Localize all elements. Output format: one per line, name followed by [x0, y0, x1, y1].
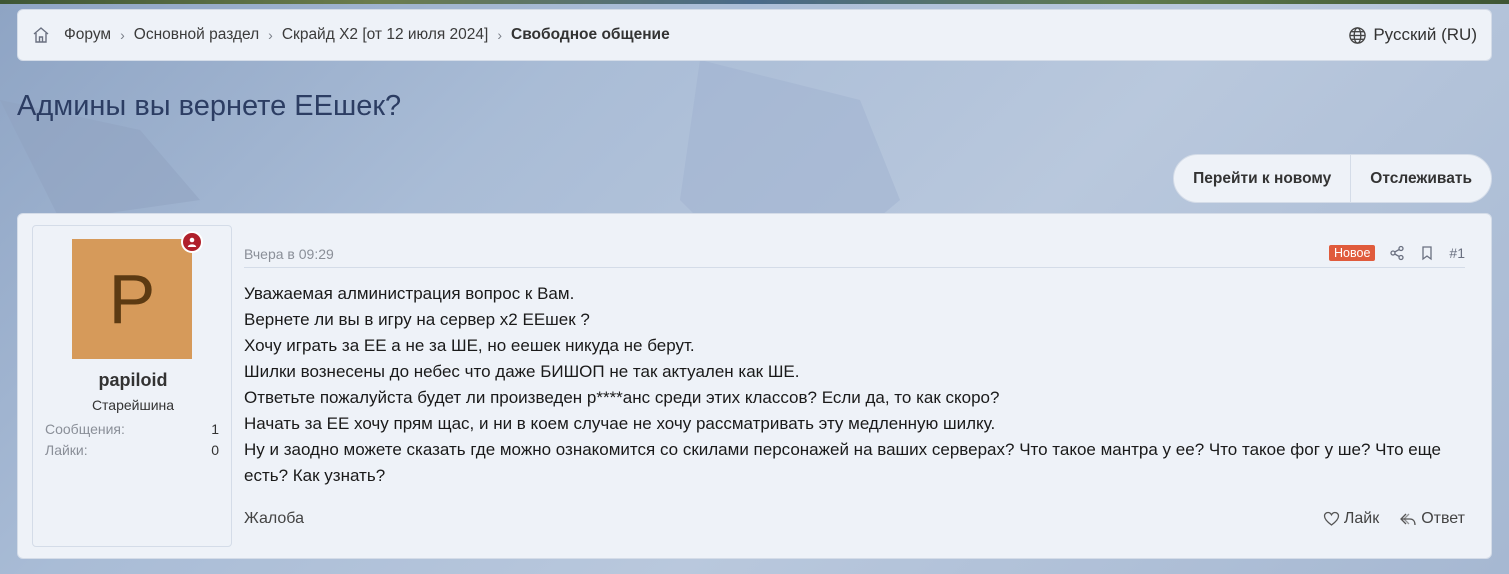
- top-banner-strip: [0, 0, 1509, 4]
- post-line: Шилки вознесены до небес что даже БИШОП …: [244, 362, 800, 381]
- breadcrumb-item-forum[interactable]: Форум: [64, 26, 111, 44]
- chevron-right-icon: ›: [268, 27, 273, 43]
- post-main: Вчера в 09:29 Новое #1 Уважаемая алминис…: [244, 214, 1465, 558]
- report-link[interactable]: Жалоба: [244, 510, 304, 528]
- stat-label: Сообщения:: [45, 421, 125, 437]
- post-tools: Новое #1: [1329, 244, 1465, 263]
- language-selector[interactable]: Русский (RU): [1348, 25, 1477, 45]
- online-status-icon: [181, 231, 203, 253]
- post-line: Начать за ЕЕ хочу прям щас, и ни в коем …: [244, 414, 996, 433]
- chevron-right-icon: ›: [120, 27, 125, 43]
- stat-messages: Сообщения: 1: [45, 421, 219, 437]
- bookmark-icon[interactable]: [1419, 245, 1435, 261]
- reply-icon: [1400, 513, 1416, 526]
- reply-label: Ответ: [1421, 510, 1465, 527]
- avatar[interactable]: P: [72, 239, 192, 359]
- footer-actions: Лайк Ответ: [1323, 510, 1465, 528]
- post-header: Вчера в 09:29 Новое #1: [244, 240, 1465, 268]
- breadcrumb-item-skraid[interactable]: Скрайд X2 [от 12 июля 2024]: [282, 26, 489, 44]
- stat-value: 0: [211, 442, 219, 458]
- home-icon[interactable]: [32, 26, 50, 44]
- reply-button[interactable]: Ответ: [1399, 510, 1465, 528]
- post-line: Ну и заодно можете сказать где можно озн…: [244, 440, 1441, 485]
- post-body: Уважаемая алминистрация вопрос к Вам. Ве…: [244, 281, 1465, 489]
- like-label: Лайк: [1343, 510, 1380, 527]
- post-line: Вернете ли вы в игру на сервер x2 ЕЕшек …: [244, 310, 590, 329]
- language-label: Русский (RU): [1373, 25, 1477, 44]
- breadcrumb: Форум › Основной раздел › Скрайд X2 [от 12…: [17, 9, 1492, 61]
- post-number[interactable]: #1: [1449, 245, 1465, 261]
- goto-new-button[interactable]: Перейти к новому: [1174, 155, 1350, 202]
- stat-value: 1: [211, 421, 219, 437]
- user-info: P papiloid Старейшина Сообщения: 1 Лайки…: [32, 225, 232, 547]
- globe-icon: [1349, 26, 1367, 44]
- stat-label: Лайки:: [45, 442, 88, 458]
- post-line: Ответьте пожалуйста будет ли произведен …: [244, 388, 1000, 407]
- chevron-right-icon: ›: [497, 27, 503, 43]
- user-title: Старейшина: [91, 397, 175, 413]
- share-icon[interactable]: [1389, 245, 1405, 261]
- post-line: Уважаемая алминистрация вопрос к Вам.: [244, 284, 575, 303]
- post-date[interactable]: Вчера в 09:29: [244, 246, 334, 262]
- heart-icon: [1323, 511, 1340, 526]
- thread-actions: Перейти к новому Отслеживать: [1173, 154, 1492, 203]
- username[interactable]: papiloid: [33, 370, 233, 391]
- like-button[interactable]: Лайк: [1323, 510, 1379, 528]
- stat-likes: Лайки: 0: [45, 442, 219, 458]
- post-line: Хочу играть за ЕЕ а не за ШЕ, но еешек н…: [244, 336, 695, 355]
- page-title: Админы вы вернете ЕЕшек?: [17, 90, 402, 122]
- breadcrumb-current[interactable]: Свободное общение: [511, 26, 670, 44]
- new-badge: Новое: [1329, 244, 1376, 261]
- watch-button[interactable]: Отслеживать: [1350, 155, 1491, 202]
- post-footer: Жалоба Лайк Ответ: [244, 507, 1465, 531]
- avatar-letter: P: [108, 260, 156, 338]
- breadcrumb-item-main-section[interactable]: Основной раздел: [134, 26, 259, 44]
- post: P papiloid Старейшина Сообщения: 1 Лайки…: [17, 213, 1492, 559]
